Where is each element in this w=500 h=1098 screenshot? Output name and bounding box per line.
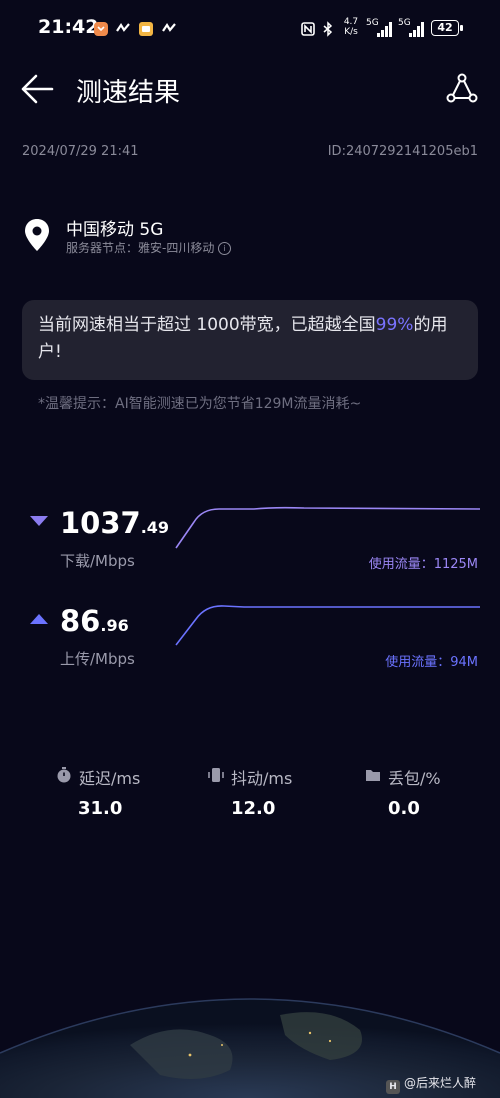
watermark-text: @后来烂人醉 [404, 1076, 477, 1090]
location-pin-icon [25, 219, 49, 251]
result-summary-text: 当前网速相当于超过 1000带宽，已超越全国99%的用户! [38, 312, 468, 366]
upload-speed-int: 86 [60, 604, 101, 638]
summary-percentage: 99% [375, 315, 414, 335]
stopwatch-icon [57, 767, 71, 783]
latency-label: 延迟/ms [79, 769, 141, 788]
download-speed: 1037.49 [60, 506, 169, 540]
jitter-value: 12.0 [231, 798, 276, 819]
server-node-text: 服务器节点：雅安-四川移动 [66, 241, 215, 255]
back-arrow-icon[interactable] [20, 72, 54, 106]
watermark: H @后来烂人醉 [386, 1074, 476, 1094]
packet-loss-label: 丢包/% [388, 769, 441, 788]
test-id: ID:2407292141205eb1 [327, 144, 478, 159]
download-speed-graph [175, 506, 480, 549]
test-datetime: 2024/07/29 21:41 [22, 144, 139, 159]
vibration-icon [208, 768, 224, 782]
operator-name: 中国移动 5G [66, 220, 164, 240]
folder-icon [366, 770, 380, 781]
status-time: 21:42 [38, 16, 99, 38]
battery-icon: 42 [431, 20, 459, 36]
latency-value: 31.0 [78, 798, 123, 819]
battery-tip [460, 25, 463, 31]
server-node: 服务器节点：雅安-四川移动 i [66, 239, 232, 256]
packet-loss-value: 0.0 [388, 798, 420, 819]
shop-app-icon [139, 22, 153, 36]
net-speed: 4.7 K/s [343, 17, 359, 37]
upload-data-usage: 使用流量：94M [385, 655, 478, 670]
jitter-label: 抖动/ms [231, 769, 293, 788]
download-unit: 下载/Mbps [60, 552, 135, 570]
download-speed-dec: .49 [140, 518, 170, 537]
result-summary-card: 当前网速相当于超过 1000带宽，已超越全国99%的用户! [22, 300, 478, 380]
upload-unit: 上传/Mbps [60, 650, 135, 668]
download-arrow-icon [30, 516, 48, 526]
sport-app-icon-2 [162, 22, 176, 32]
info-icon[interactable]: i [218, 242, 232, 255]
app-notification-icon [94, 22, 108, 36]
nfc-icon [301, 22, 315, 36]
bluetooth-icon [323, 21, 333, 37]
download-data-usage: 使用流量：1125M [368, 557, 478, 572]
share-icon[interactable] [446, 73, 478, 103]
status-bar: 21:42 4.7 K/s 5G 5G 42 [0, 0, 500, 58]
page-title: 测速结果 [76, 78, 181, 108]
download-speed-int: 1037 [60, 506, 141, 540]
signal-bars-icon [377, 22, 392, 37]
summary-text-before: 当前网速相当于超过 1000带宽，已超越全国 [38, 315, 376, 335]
upload-arrow-icon [30, 614, 48, 624]
battery-level: 42 [437, 21, 453, 34]
upload-speed-dec: .96 [100, 616, 129, 635]
watermark-logo-icon: H [386, 1080, 400, 1094]
upload-speed-graph [175, 605, 480, 646]
tip-text: *温馨提示：AI智能测速已为您节省129M流量消耗~ [38, 396, 362, 412]
upload-speed: 86.96 [60, 604, 129, 638]
sport-app-icon [116, 22, 130, 32]
signal-bars-icon-2 [409, 22, 424, 37]
